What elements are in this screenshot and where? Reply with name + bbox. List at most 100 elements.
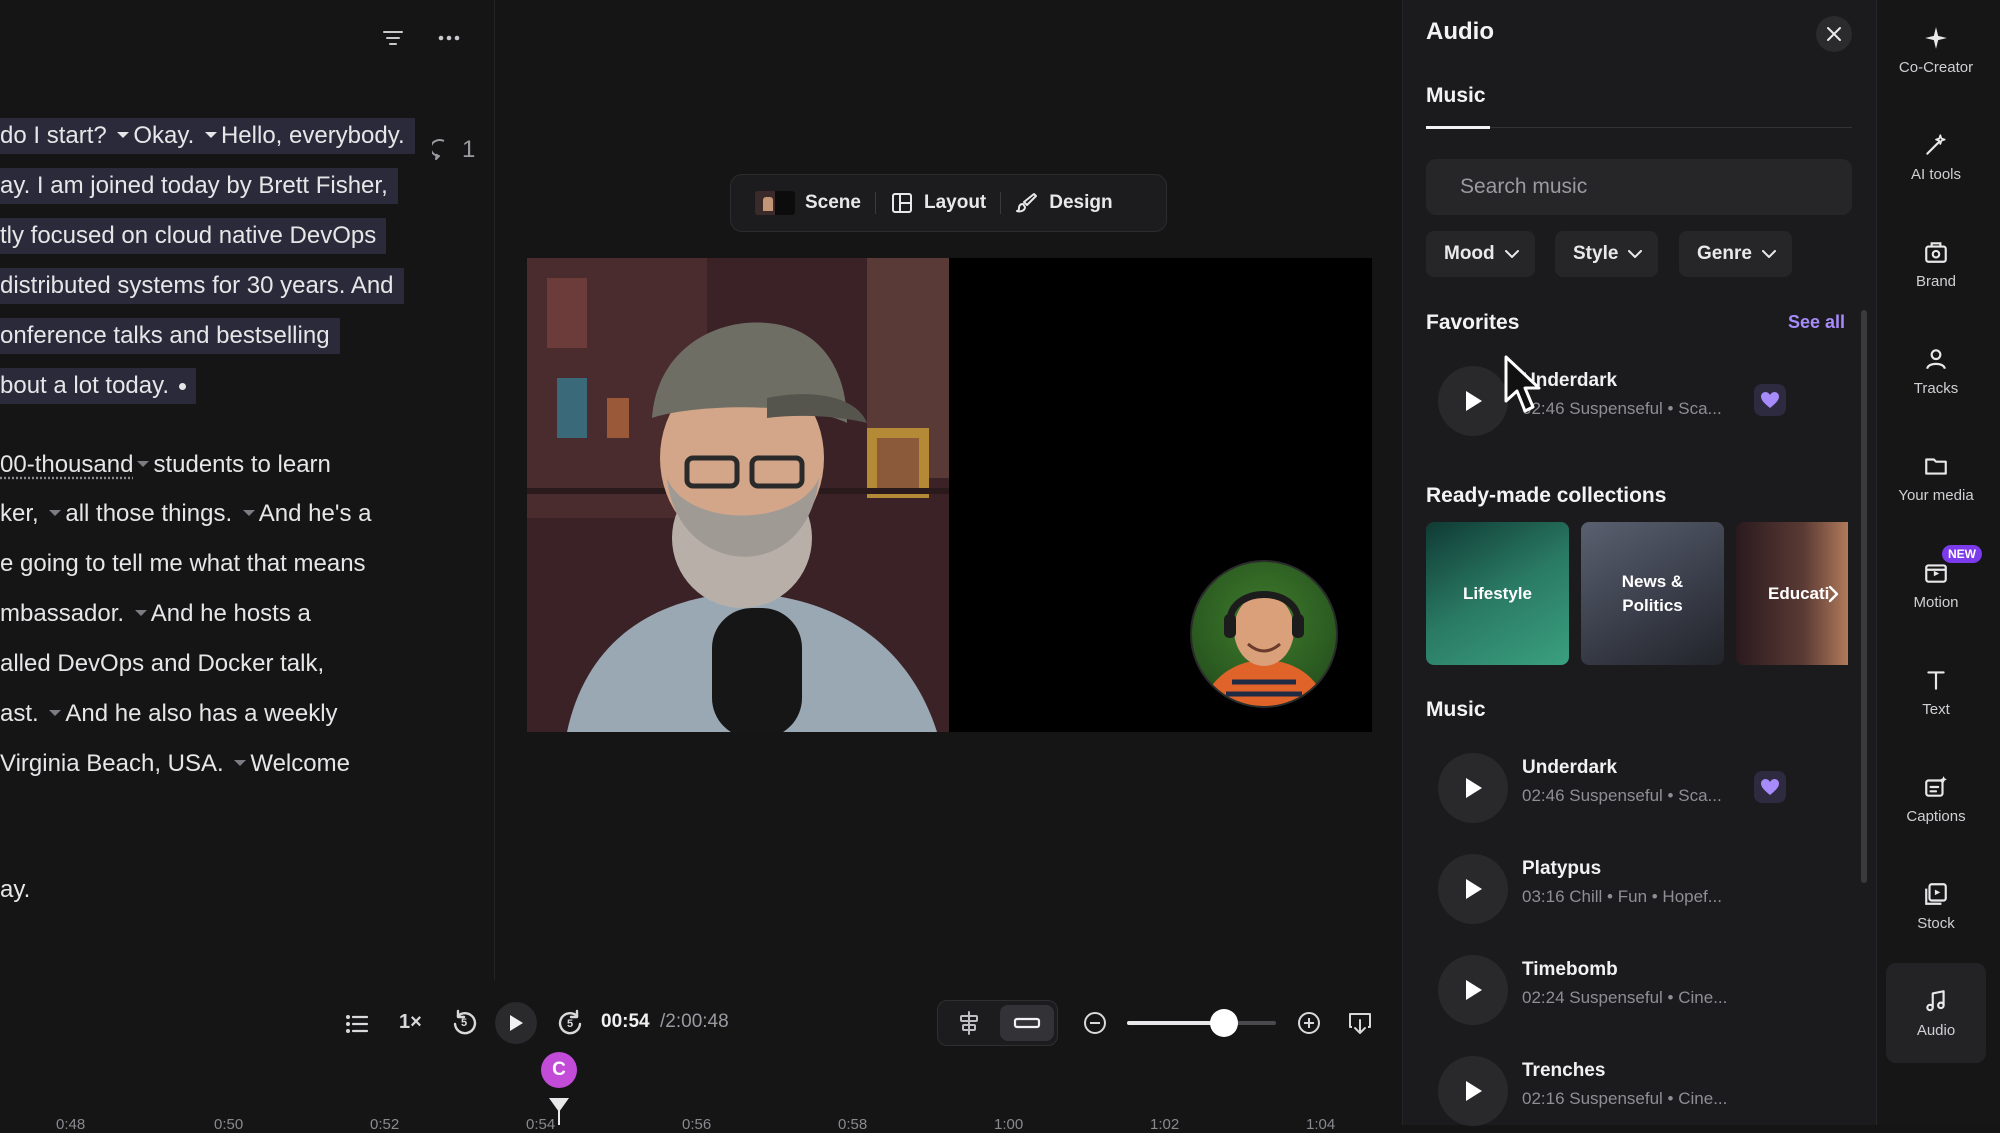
favorite-button[interactable] (1754, 771, 1786, 803)
export-icon[interactable] (1347, 1010, 1373, 1036)
rail-item-stock[interactable]: Stock (1886, 856, 1986, 956)
rail-item-label: Stock (1917, 914, 1955, 932)
transcript-word[interactable]: tly focused on cloud native DevOps (0, 222, 376, 249)
collection-card-education[interactable]: Educati (1736, 522, 1848, 665)
zoom-slider[interactable] (1127, 1009, 1276, 1037)
comment-badge[interactable]: 1 (432, 136, 475, 164)
transcript-line[interactable]: ay. I am joined today by Brett Fisher, (0, 168, 398, 204)
chapters-icon[interactable] (345, 1013, 369, 1035)
zoom-out-icon[interactable] (1083, 1011, 1107, 1035)
track-play-button[interactable] (1438, 955, 1508, 1025)
pause-marker-icon[interactable] (134, 610, 147, 617)
zoom-slider-handle[interactable] (1209, 1009, 1238, 1037)
pause-marker-icon[interactable] (49, 510, 62, 517)
transcript-word[interactable]: Virginia Beach, USA. (0, 750, 230, 777)
more-options-icon[interactable] (438, 34, 460, 42)
transcript-word[interactable]: alled DevOps and Docker talk, (0, 650, 324, 677)
zoom-in-icon[interactable] (1297, 1011, 1321, 1035)
timeline[interactable] (0, 1050, 1402, 1125)
pause-marker-icon[interactable] (204, 132, 217, 139)
collection-card-news[interactable]: News & Politics (1581, 522, 1724, 665)
transcript-line[interactable]: ker, all those things. And he's a (0, 496, 381, 532)
mood-filter[interactable]: Mood (1426, 231, 1535, 277)
transcript-word[interactable]: students to learn (153, 451, 330, 478)
transcript-word[interactable]: e going to tell me what that means (0, 550, 366, 577)
favorite-button[interactable] (1754, 384, 1786, 416)
transcript-line[interactable]: distributed systems for 30 years. And (0, 268, 404, 304)
track-row[interactable]: Underdark 02:46 Suspenseful • Sca... (1426, 749, 1836, 825)
track-play-button[interactable] (1438, 366, 1508, 436)
layout-button[interactable]: Layout (876, 183, 1000, 223)
track-play-button[interactable] (1438, 1056, 1508, 1126)
scrollbar[interactable] (1861, 310, 1867, 883)
search-input[interactable] (1460, 159, 1830, 215)
transcript-word[interactable]: do I start? (0, 122, 113, 149)
forward-button[interactable]: 5 (555, 1008, 585, 1038)
track-play-button[interactable] (1438, 753, 1508, 823)
playback-speed[interactable]: 1× (399, 1011, 422, 1034)
guest-video-bubble[interactable] (1190, 560, 1338, 708)
close-button[interactable] (1816, 16, 1852, 52)
track-row[interactable]: Platypus 03:16 Chill • Fun • Hopef... (1426, 850, 1836, 926)
track-row[interactable]: Trenches 02:16 Suspenseful • Cine... (1426, 1052, 1836, 1128)
rail-item-text[interactable]: Text (1886, 642, 1986, 742)
transcript-word[interactable]: bout a lot today. (0, 372, 169, 399)
transcript-line[interactable]: tly focused on cloud native DevOps (0, 218, 387, 254)
transcript-line[interactable]: Virginia Beach, USA. Welcome (0, 746, 360, 782)
tab-music[interactable]: Music (1426, 84, 1486, 108)
see-all-link[interactable]: See all (1788, 312, 1845, 333)
pause-marker-icon[interactable] (242, 510, 255, 517)
transcript-line[interactable]: alled DevOps and Docker talk, (0, 646, 334, 682)
play-button[interactable] (495, 1002, 537, 1044)
transcript-word[interactable]: all those things. (65, 500, 238, 527)
playhead-badge[interactable]: C (541, 1052, 577, 1088)
track-play-button[interactable] (1438, 854, 1508, 924)
transcript-word[interactable]: ast. (0, 700, 45, 727)
transcript-line[interactable]: ay. (0, 872, 40, 908)
genre-filter[interactable]: Genre (1679, 231, 1792, 277)
transcript-word[interactable]: ay. (0, 876, 30, 903)
transcript-word[interactable]: Hello, everybody. (221, 122, 405, 149)
transcript-word[interactable]: ker, (0, 500, 45, 527)
transcript-line[interactable]: mbassador. And he hosts a (0, 596, 321, 632)
track-row[interactable]: Underdark 02:46 Suspenseful • Sca... (1426, 362, 1836, 438)
scene-button[interactable]: Scene (741, 183, 875, 223)
rail-item-co-creator[interactable]: Co-Creator (1886, 0, 1986, 100)
rail-item-ai-tools[interactable]: AI tools (1886, 107, 1986, 207)
transcript-word[interactable]: 00-thousand (0, 451, 133, 478)
filter-icon[interactable] (382, 28, 404, 48)
rail-item-captions[interactable]: Captions (1886, 749, 1986, 849)
design-button[interactable]: Design (1001, 183, 1126, 223)
collection-card-lifestyle[interactable]: Lifestyle (1426, 522, 1569, 665)
transcript-line[interactable]: ast. And he also has a weekly (0, 696, 348, 732)
transcript-word[interactable]: onference talks and bestselling (0, 322, 330, 349)
track-row[interactable]: Timebomb 02:24 Suspenseful • Cine... (1426, 951, 1836, 1027)
rail-item-audio[interactable]: Audio (1886, 963, 1986, 1063)
transcript-line[interactable]: onference talks and bestselling (0, 318, 340, 354)
transcript-word[interactable]: distributed systems for 30 years. And (0, 272, 394, 299)
transcript-line[interactable]: e going to tell me what that means (0, 546, 376, 582)
pause-marker-icon[interactable] (234, 760, 247, 767)
video-preview[interactable] (527, 258, 1372, 732)
transcript-word[interactable]: Okay. (133, 122, 201, 149)
transcript-line[interactable]: 00-thousand students to learn (0, 447, 341, 483)
compact-view-button[interactable] (1000, 1005, 1054, 1041)
rewind-button[interactable]: 5 (450, 1008, 480, 1038)
transcript-line[interactable]: do I start? Okay. Hello, everybody. (0, 118, 415, 154)
transcript-word[interactable]: mbassador. (0, 600, 131, 627)
rail-item-tracks[interactable]: Tracks (1886, 321, 1986, 421)
align-view-icon[interactable] (958, 1011, 980, 1035)
rail-item-motion[interactable]: Motion NEW (1886, 535, 1986, 635)
transcript-word[interactable]: Welcome (250, 750, 350, 777)
rail-item-brand[interactable]: Brand (1886, 214, 1986, 314)
transcript-word[interactable]: And he hosts a (151, 600, 311, 627)
pause-marker-icon[interactable] (137, 461, 150, 468)
transcript-word[interactable]: And he also has a weekly (65, 700, 337, 727)
transcript-line[interactable]: bout a lot today. (0, 368, 197, 404)
rail-item-your-media[interactable]: Your media (1886, 428, 1986, 528)
pause-marker-icon[interactable] (49, 710, 62, 717)
pause-marker-icon[interactable] (117, 132, 130, 139)
style-filter[interactable]: Style (1555, 231, 1659, 277)
transcript-word[interactable]: And he's a (259, 500, 372, 527)
transcript-word[interactable]: ay. I am joined today by Brett Fisher, (0, 172, 388, 199)
